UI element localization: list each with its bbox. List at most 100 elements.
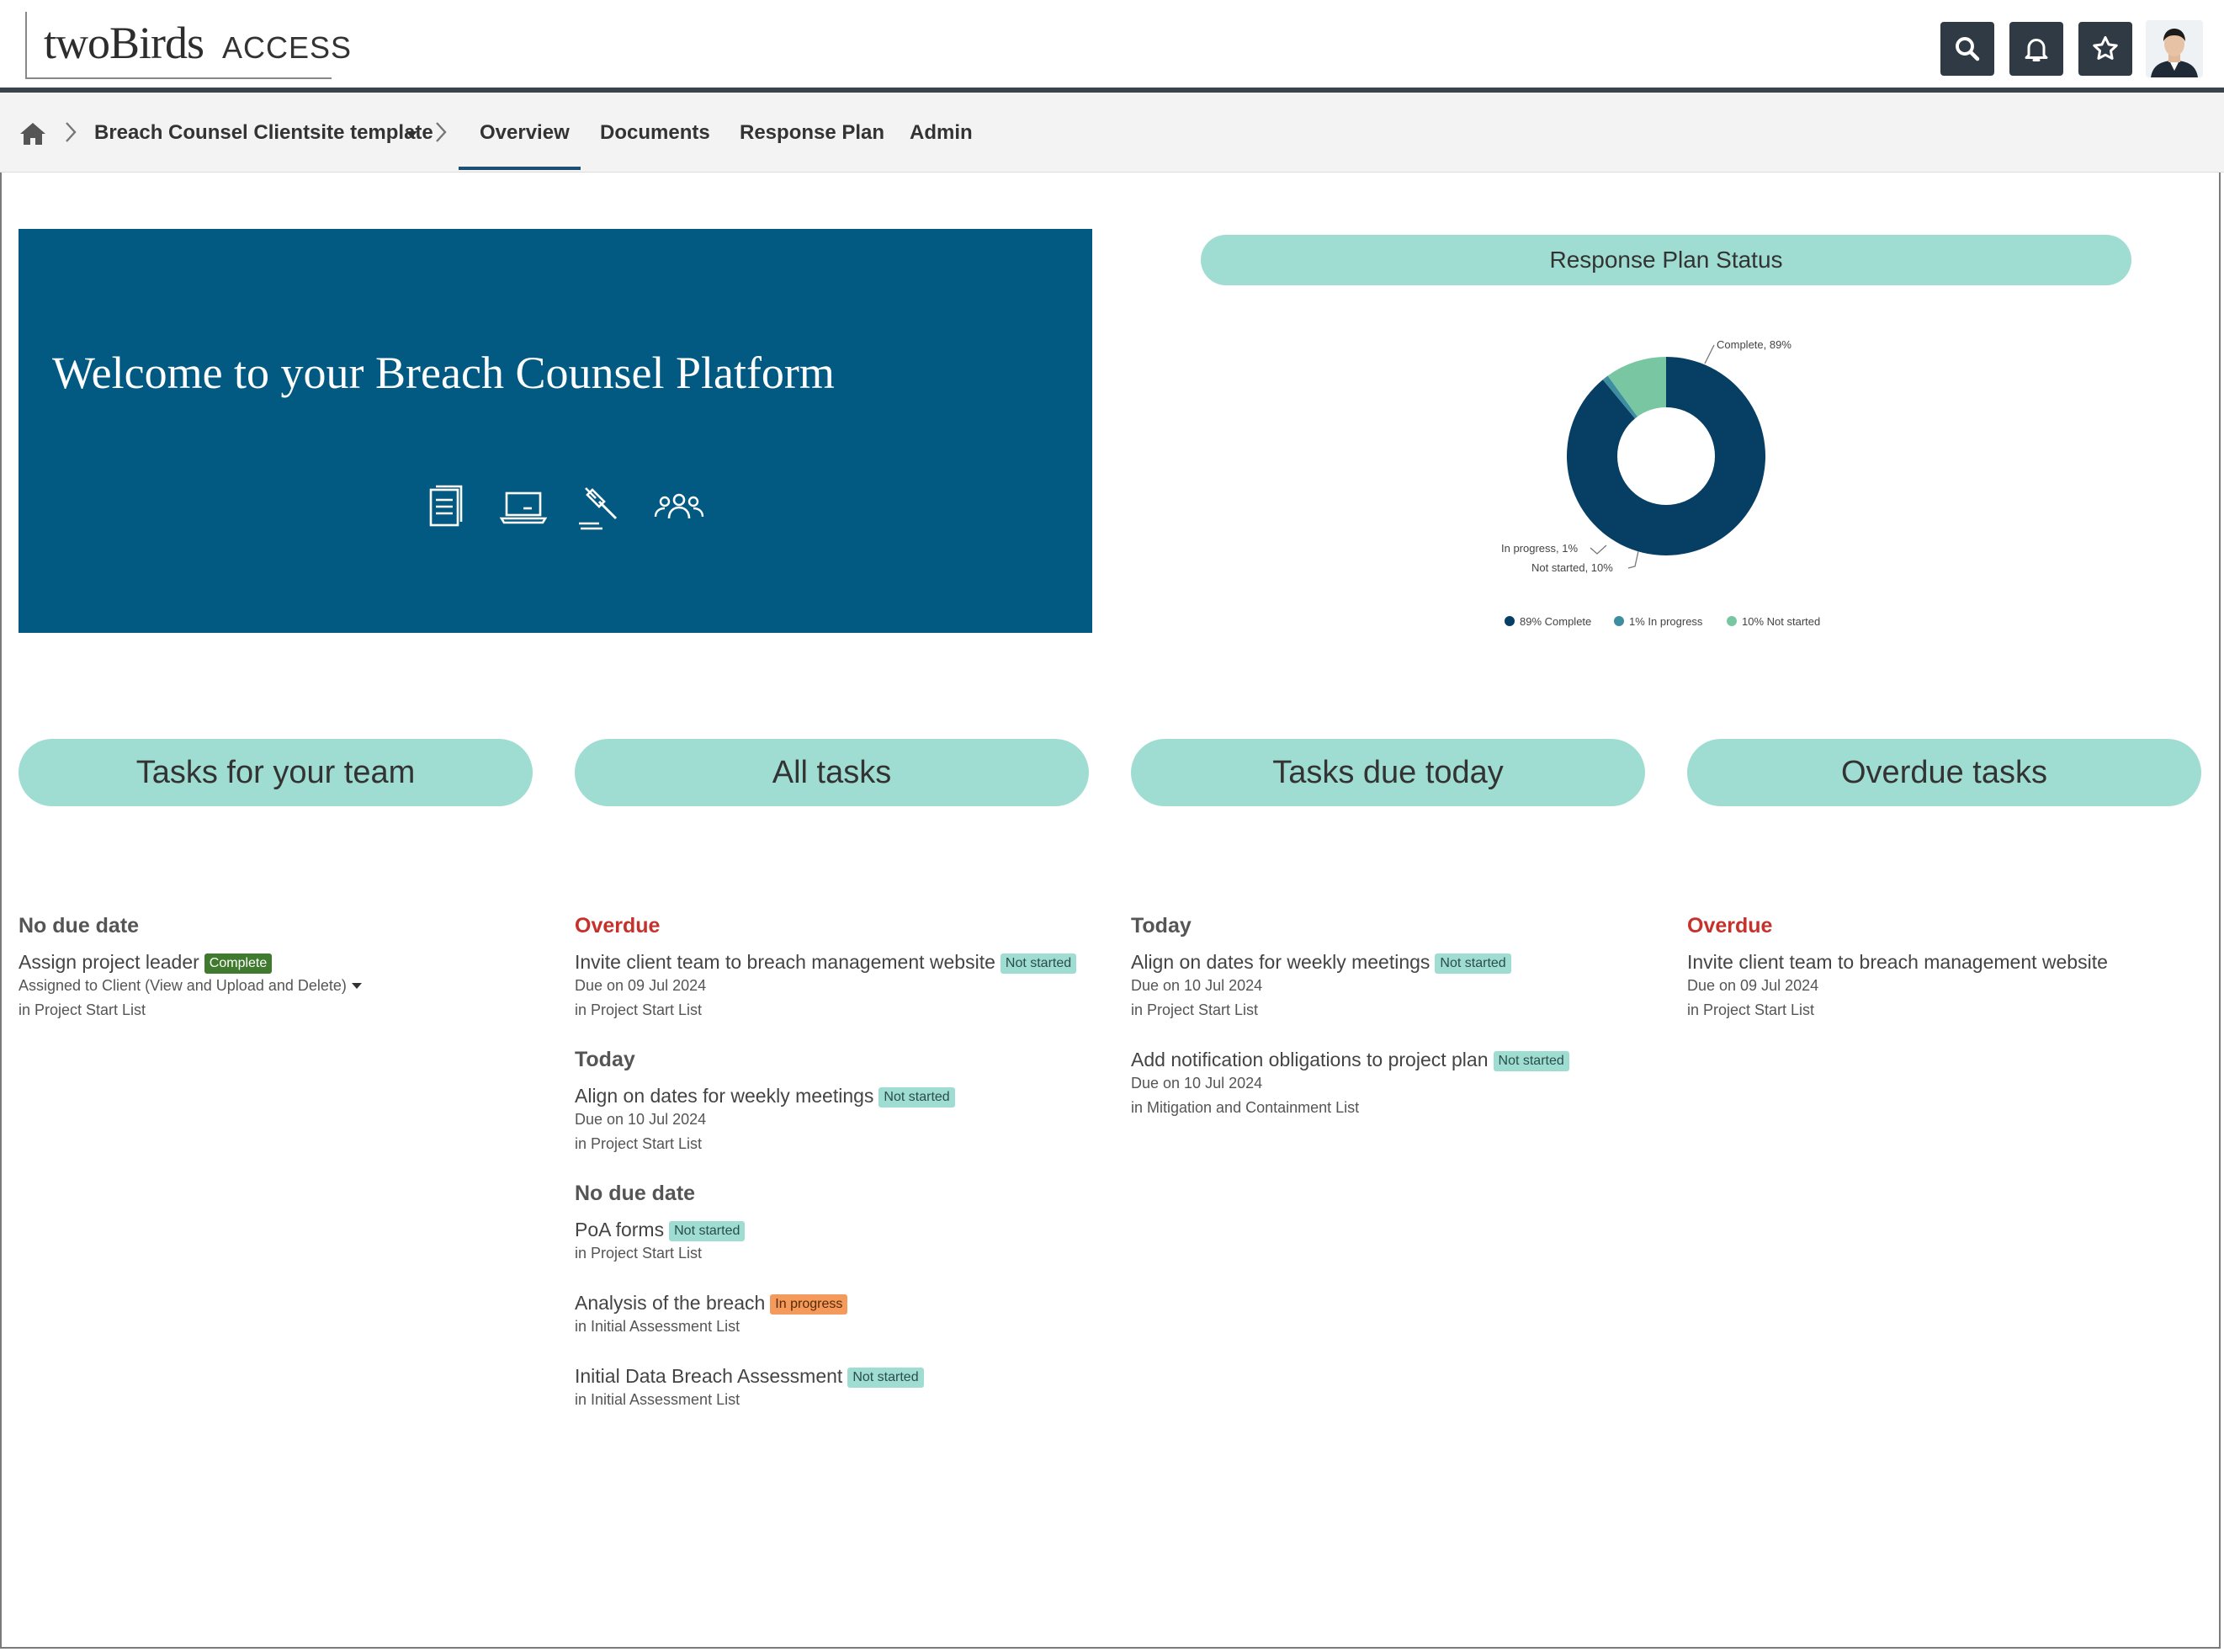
legend-marker-not-started [1727, 616, 1737, 626]
section-title-tasks-due-today: Tasks due today [1272, 754, 1504, 790]
status-badge-not-started: Not started [878, 1087, 955, 1108]
response-plan-donut-chart: Complete, 89% In progress, 1% Not starte… [1501, 338, 1820, 628]
favorites-button[interactable] [2078, 22, 2132, 76]
section-title-overdue-tasks: Overdue tasks [1841, 754, 2047, 790]
task-list-name: in Project Start List [575, 1245, 703, 1262]
chevron-right-icon [436, 122, 447, 142]
legend-in-progress: 1% In progress [1629, 615, 1703, 628]
tab-response-plan[interactable]: Response Plan [740, 121, 884, 145]
group-heading-today: Today [1131, 914, 1192, 938]
chevron-right-icon [66, 122, 77, 142]
status-badge-not-started: Not started [1000, 953, 1077, 974]
breadcrumb-dropdown-caret[interactable] [406, 131, 417, 138]
legend-marker-in-progress [1614, 616, 1624, 626]
section-title-all-tasks: All tasks [772, 754, 892, 790]
status-badge-not-started: Not started [1435, 953, 1511, 974]
assignee-dropdown-caret[interactable] [351, 983, 362, 989]
section-header-tasks-due-today[interactable]: Tasks due today [1131, 739, 1645, 806]
task-title-link[interactable]: Align on dates for weekly meetings [575, 1085, 873, 1107]
response-plan-status-header: Response Plan Status [1201, 235, 2131, 285]
task-due-date: Due on 09 Jul 2024 [575, 977, 707, 994]
task-list-name: in Project Start List [1131, 1001, 1259, 1018]
response-plan-status-title: Response Plan Status [1549, 247, 1783, 273]
task-list-name: in Initial Assessment List [575, 1391, 740, 1408]
task-list-name: in Mitigation and Containment List [1131, 1099, 1360, 1116]
top-header: twoBirds ACCESS [0, 0, 2224, 93]
slice-label-not-started: Not started, 10% [1531, 561, 1613, 574]
task-title-link[interactable]: Invite client team to breach management … [575, 951, 995, 973]
task-item: Assign project leader Complete Assigned t… [19, 950, 540, 1023]
task-title-link[interactable]: Initial Data Breach Assessment [575, 1365, 842, 1387]
section-header-all-tasks[interactable]: All tasks [575, 739, 1089, 806]
notifications-button[interactable] [2009, 22, 2063, 76]
task-list-name: in Project Start List [575, 1001, 703, 1018]
task-title-link[interactable]: Analysis of the breach [575, 1292, 765, 1314]
bell-icon [2025, 39, 2048, 61]
task-list-name: in Project Start List [1687, 1001, 1815, 1018]
slice-label-not-started-group: Not started, 10% [1531, 550, 1639, 574]
all-tasks-column: Overdue Invite client team to breach man… [575, 914, 1096, 1437]
logo-main-text: twoBirds [44, 18, 204, 68]
slice-label-complete: Complete, 89% [1717, 338, 1791, 351]
task-item: PoA forms Not started in Project Start Li… [575, 1218, 1096, 1266]
task-list-name: in Project Start List [575, 1135, 703, 1152]
task-item: Initial Data Breach Assessment Not starte… [575, 1364, 1096, 1412]
laptop-icon[interactable] [498, 481, 549, 532]
status-badge-not-started: Not started [1493, 1051, 1569, 1071]
task-title-link[interactable]: Align on dates for weekly meetings [1131, 951, 1430, 973]
task-title-link[interactable]: Invite client team to breach management … [1687, 951, 2108, 973]
group-heading-no-due-date: No due date [575, 1182, 696, 1205]
chart-legend: 89% Complete 1% In progress 10% Not star… [1505, 615, 1820, 628]
user-avatar-icon [2146, 20, 2203, 77]
task-item: Analysis of the breach In progress in Ini… [575, 1291, 1096, 1339]
overdue-tasks-column: Overdue Invite client team to breach man… [1687, 914, 2209, 1048]
tab-documents[interactable]: Documents [600, 121, 710, 145]
section-title-team-tasks: Tasks for your team [135, 754, 416, 790]
status-badge-complete: Complete [204, 953, 273, 974]
section-header-team-tasks[interactable]: Tasks for your team [19, 739, 533, 806]
task-title-link[interactable]: Add notification obligations to project … [1131, 1049, 1489, 1070]
task-item: Align on dates for weekly meetings Not st… [1131, 950, 1653, 1023]
task-title-link[interactable]: Assign project leader [19, 951, 199, 973]
team-icon[interactable] [654, 481, 704, 532]
legend-complete: 89% Complete [1520, 615, 1591, 628]
group-heading-overdue: Overdue [1687, 914, 1773, 938]
logo[interactable]: twoBirds ACCESS [25, 12, 351, 79]
legend-marker-complete [1505, 616, 1515, 626]
gavel-icon[interactable] [574, 481, 624, 532]
slice-label-in-progress: In progress, 1% [1501, 542, 1578, 555]
logo-sub-text: ACCESS [222, 30, 353, 65]
slice-label-complete-group: Complete, 89% [1704, 338, 1791, 364]
task-item: Add notification obligations to project … [1131, 1048, 1653, 1120]
task-item: Invite client team to breach management … [575, 950, 1096, 1023]
task-list-name: in Initial Assessment List [575, 1318, 740, 1335]
home-icon[interactable] [19, 121, 47, 146]
user-avatar[interactable] [2146, 20, 2203, 77]
welcome-banner: Welcome to your Breach Counsel Platform [19, 229, 1092, 633]
star-icon [2093, 36, 2118, 60]
legend-not-started: 10% Not started [1742, 615, 1820, 628]
document-icon[interactable] [422, 481, 473, 532]
tab-overview[interactable]: Overview [480, 121, 570, 145]
status-badge-in-progress: In progress [770, 1294, 848, 1315]
breadcrumb-clientsite[interactable]: Breach Counsel Clientsite template [94, 121, 433, 145]
task-due-date: Due on 09 Jul 2024 [1687, 977, 1819, 994]
task-item: Invite client team to breach management … [1687, 950, 2209, 1023]
task-assignee: Assigned to Client (View and Upload and … [19, 977, 347, 994]
tab-admin[interactable]: Admin [910, 121, 973, 145]
group-heading-overdue: Overdue [575, 914, 661, 938]
search-button[interactable] [1940, 22, 1994, 76]
status-badge-not-started: Not started [669, 1221, 746, 1241]
group-heading-no-due-date: No due date [19, 914, 140, 938]
task-due-date: Due on 10 Jul 2024 [1131, 977, 1263, 994]
donut-hole [1617, 407, 1715, 505]
task-title-link[interactable]: PoA forms [575, 1219, 664, 1240]
slice-label-in-progress-group: In progress, 1% [1501, 542, 1607, 555]
section-header-overdue-tasks[interactable]: Overdue tasks [1687, 739, 2201, 806]
task-due-date: Due on 10 Jul 2024 [1131, 1075, 1263, 1092]
task-due-date: Due on 10 Jul 2024 [575, 1111, 707, 1128]
task-list-name: in Project Start List [19, 1001, 146, 1018]
status-badge-not-started: Not started [847, 1368, 924, 1388]
active-tab-indicator [459, 167, 581, 170]
nav-bar: Breach Counsel Clientsite template Overv… [0, 93, 2224, 173]
